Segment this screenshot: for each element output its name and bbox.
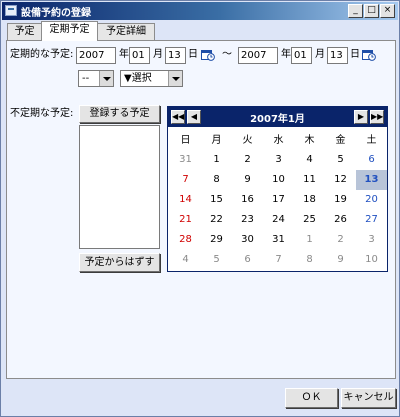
- dialog-window: 設備予約の登録 _ □ × 予定 定期予定 予定詳細 定期的な予定: 2007 …: [0, 0, 400, 417]
- calendar-day[interactable]: 29: [201, 230, 232, 250]
- calendar-day[interactable]: 3: [263, 150, 294, 170]
- weekday-header: 木: [304, 135, 315, 146]
- day-suffix: 日: [188, 49, 198, 60]
- calendar-day[interactable]: 25: [294, 210, 325, 230]
- end-day-input[interactable]: 13: [327, 47, 348, 64]
- range-separator: 〜: [222, 49, 232, 60]
- calendar-day-other-month[interactable]: 3: [356, 230, 387, 250]
- calendar-day[interactable]: 11: [294, 170, 325, 190]
- calendar-day-other-month[interactable]: 7: [263, 250, 294, 270]
- calendar-day-other-month[interactable]: 8: [294, 250, 325, 270]
- calendar-header: ◀◀ ◀ 2007年1月 ▶ ▶▶: [168, 107, 387, 127]
- calendar-day[interactable]: 9: [232, 170, 263, 190]
- calendar-day[interactable]: 6: [356, 150, 387, 170]
- interval-select-value: --: [82, 73, 90, 84]
- window-title: 設備予約の登録: [21, 8, 91, 19]
- calendar-day[interactable]: 10: [263, 170, 294, 190]
- calendar-day[interactable]: 31: [263, 230, 294, 250]
- chevron-down-icon: [168, 71, 182, 86]
- calendar-day[interactable]: 24: [263, 210, 294, 230]
- next-year-button[interactable]: ▶▶: [370, 110, 384, 124]
- window-app-icon: [5, 5, 17, 16]
- chevron-down-icon: [99, 71, 113, 86]
- calendar-day[interactable]: 19: [325, 190, 356, 210]
- irregular-dates-list[interactable]: [79, 125, 160, 249]
- calendar-day[interactable]: 30: [232, 230, 263, 250]
- weekday-header: 火: [242, 135, 253, 146]
- tab-schedule-details[interactable]: 予定詳細: [97, 23, 155, 40]
- weekday-header: 金: [335, 135, 346, 146]
- calendar-day[interactable]: 13: [356, 170, 387, 190]
- end-year-input[interactable]: 2007: [238, 47, 278, 64]
- start-day-input[interactable]: 13: [165, 47, 186, 64]
- calendar-day[interactable]: 28: [170, 230, 201, 250]
- start-year-input[interactable]: 2007: [76, 47, 116, 64]
- calendar-day[interactable]: 4: [294, 150, 325, 170]
- remove-schedule-button[interactable]: 予定からはずす: [79, 253, 160, 272]
- pattern-select[interactable]: ▼選択: [120, 70, 183, 87]
- calendar-day-other-month[interactable]: 4: [170, 250, 201, 270]
- periodic-label: 定期的な予定:: [10, 49, 74, 60]
- calendar-day[interactable]: 23: [232, 210, 263, 230]
- weekday-header: 月: [211, 135, 222, 146]
- dialog-footer: ＯＫ キャンセル: [2, 382, 398, 415]
- maximize-button[interactable]: □: [364, 4, 379, 18]
- weekday-header: 水: [273, 135, 284, 146]
- tab-schedule[interactable]: 予定: [7, 23, 42, 40]
- irregular-label: 不定期な予定:: [10, 108, 74, 119]
- calendar-day[interactable]: 17: [263, 190, 294, 210]
- calendar-day[interactable]: 22: [201, 210, 232, 230]
- calendar-picker-icon[interactable]: [201, 49, 215, 61]
- calendar-day[interactable]: 20: [356, 190, 387, 210]
- cancel-button[interactable]: キャンセル: [341, 388, 396, 408]
- close-button[interactable]: ×: [380, 4, 395, 18]
- calendar-day[interactable]: 18: [294, 190, 325, 210]
- calendar-day-other-month[interactable]: 10: [356, 250, 387, 270]
- calendar-day-other-month[interactable]: 2: [325, 230, 356, 250]
- month-suffix: 月: [153, 49, 163, 60]
- minimize-button[interactable]: _: [348, 4, 363, 18]
- year-suffix: 年: [119, 49, 129, 60]
- calendar-day-other-month[interactable]: 1: [294, 230, 325, 250]
- calendar-day[interactable]: 26: [325, 210, 356, 230]
- calendar-picker-icon[interactable]: [362, 49, 376, 61]
- tab-periodic-schedule[interactable]: 定期予定: [41, 21, 98, 41]
- next-month-button[interactable]: ▶: [354, 110, 368, 124]
- calendar-day-other-month[interactable]: 31: [170, 150, 201, 170]
- weekday-header: 日: [180, 135, 191, 146]
- calendar-day[interactable]: 12: [325, 170, 356, 190]
- calendar-day[interactable]: 14: [170, 190, 201, 210]
- calendar-day-other-month[interactable]: 5: [201, 250, 232, 270]
- year-suffix: 年: [281, 49, 291, 60]
- calendar-day[interactable]: 2: [232, 150, 263, 170]
- calendar-day[interactable]: 27: [356, 210, 387, 230]
- calendar-day-other-month[interactable]: 9: [325, 250, 356, 270]
- end-month-input[interactable]: 01: [291, 47, 312, 64]
- weekday-header: 土: [366, 135, 377, 146]
- ok-button[interactable]: ＯＫ: [285, 388, 338, 408]
- start-month-input[interactable]: 01: [129, 47, 150, 64]
- calendar: ◀◀ ◀ 2007年1月 ▶ ▶▶ 日月火水木金土 31 1 2 3 4 5 6 7 8 9 10 11…: [167, 106, 388, 272]
- calendar-day[interactable]: 16: [232, 190, 263, 210]
- day-suffix: 日: [350, 49, 360, 60]
- calendar-day[interactable]: 1: [201, 150, 232, 170]
- calendar-day[interactable]: 7: [170, 170, 201, 190]
- calendar-day-other-month[interactable]: 6: [232, 250, 263, 270]
- calendar-day[interactable]: 21: [170, 210, 201, 230]
- register-schedule-button[interactable]: 登録する予定: [79, 105, 160, 123]
- interval-select[interactable]: --: [78, 70, 114, 87]
- calendar-day[interactable]: 15: [201, 190, 232, 210]
- calendar-day[interactable]: 5: [325, 150, 356, 170]
- calendar-day[interactable]: 8: [201, 170, 232, 190]
- pattern-select-value: ▼選択: [124, 73, 152, 84]
- month-suffix: 月: [315, 49, 325, 60]
- title-bar[interactable]: 設備予約の登録 _ □ ×: [2, 2, 398, 20]
